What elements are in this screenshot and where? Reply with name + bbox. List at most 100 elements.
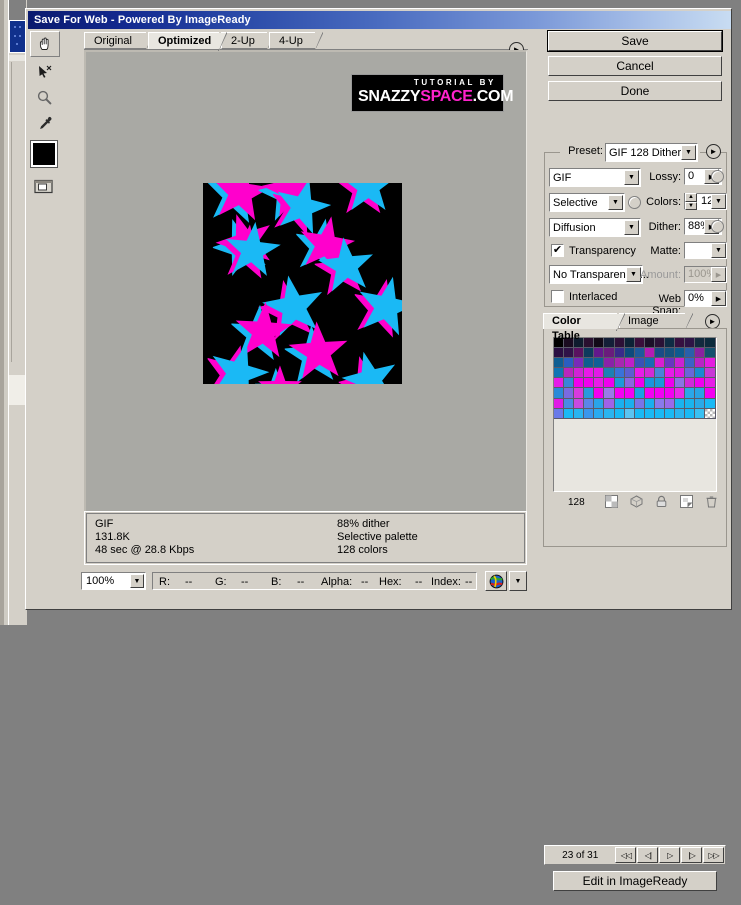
chevron-down-icon[interactable]: ▼	[130, 574, 144, 588]
chevron-down-icon[interactable]: ▼	[681, 145, 696, 160]
color-swatch[interactable]	[685, 398, 696, 409]
slice-select-tool-icon[interactable]	[30, 59, 58, 83]
web-snap-icon[interactable]	[629, 494, 644, 509]
color-table-options-menu-icon[interactable]: ►	[705, 314, 720, 329]
color-swatch[interactable]	[584, 398, 595, 409]
color-swatch[interactable]	[675, 388, 686, 399]
color-swatch[interactable]	[594, 408, 605, 419]
color-swatch[interactable]	[705, 388, 716, 399]
color-swatch[interactable]	[624, 408, 635, 419]
color-swatch[interactable]	[584, 348, 595, 359]
color-swatch[interactable]	[554, 388, 565, 399]
color-swatch[interactable]	[695, 378, 706, 389]
color-swatch[interactable]	[665, 408, 676, 419]
tab-image-size[interactable]: Image Size	[619, 313, 693, 342]
next-page-button[interactable]: |▷	[681, 847, 703, 863]
color-swatch[interactable]	[695, 408, 706, 419]
color-swatch[interactable]	[705, 398, 716, 409]
stepper-up-icon[interactable]: ▲	[685, 193, 697, 202]
color-swatch[interactable]	[614, 348, 625, 359]
color-swatch[interactable]	[685, 408, 696, 419]
color-swatch[interactable]	[574, 368, 585, 379]
color-swatch[interactable]	[685, 388, 696, 399]
color-swatch[interactable]	[624, 368, 635, 379]
color-swatch[interactable]	[665, 348, 676, 359]
color-swatch[interactable]	[654, 358, 666, 369]
color-swatch[interactable]	[644, 338, 655, 349]
color-swatch[interactable]	[644, 398, 655, 409]
zoom-level-combo[interactable]: 100% ▼	[81, 572, 146, 590]
color-swatch[interactable]	[675, 398, 686, 409]
chevron-down-icon[interactable]: ▼	[608, 195, 623, 210]
browser-preview-dropdown-icon[interactable]: ▼	[509, 571, 527, 591]
color-swatch[interactable]	[574, 378, 585, 389]
play-button[interactable]: ▷	[659, 847, 681, 863]
stepper-down-icon[interactable]: ▼	[685, 201, 697, 210]
color-swatch[interactable]	[564, 348, 575, 359]
last-page-button[interactable]: ▷▷	[703, 847, 724, 863]
color-swatch[interactable]	[634, 358, 645, 369]
color-swatch[interactable]	[574, 398, 585, 409]
previous-page-button[interactable]: ◁|	[637, 847, 659, 863]
color-swatch[interactable]	[685, 358, 696, 369]
websnap-slider-button[interactable]: ▶	[711, 291, 726, 306]
dither-algorithm-combo[interactable]: Diffusion ▼	[549, 218, 641, 237]
color-swatch[interactable]	[644, 358, 655, 369]
matte-dropdown-icon[interactable]: ▼	[711, 243, 726, 258]
hand-tool-icon[interactable]	[30, 31, 60, 57]
new-color-icon[interactable]	[679, 494, 694, 509]
color-swatch[interactable]	[564, 378, 575, 389]
color-swatch[interactable]	[705, 358, 716, 369]
color-swatch[interactable]	[695, 358, 706, 369]
cancel-button[interactable]: Cancel	[548, 56, 722, 76]
color-swatch[interactable]	[675, 348, 686, 359]
color-swatch[interactable]	[685, 378, 696, 389]
color-swatch[interactable]	[564, 408, 575, 419]
color-swatch[interactable]	[584, 388, 595, 399]
zoom-tool-icon[interactable]	[30, 85, 58, 109]
chevron-down-icon[interactable]: ▼	[624, 220, 639, 235]
color-swatch[interactable]	[574, 408, 585, 419]
color-swatch[interactable]	[614, 338, 625, 349]
color-swatch[interactable]	[634, 338, 645, 349]
color-swatch[interactable]	[614, 368, 625, 379]
color-swatch[interactable]	[624, 348, 635, 359]
tab-2up[interactable]: 2-Up	[221, 32, 275, 51]
color-swatch[interactable]	[624, 398, 635, 409]
color-swatch[interactable]	[574, 348, 585, 359]
color-swatch[interactable]	[685, 368, 696, 379]
toggle-slices-visibility-icon[interactable]	[30, 175, 56, 197]
color-swatch[interactable]	[665, 338, 676, 349]
color-swatch[interactable]	[584, 368, 595, 379]
color-swatch-grid[interactable]	[553, 337, 717, 492]
color-swatch[interactable]	[695, 338, 706, 349]
colors-stepper[interactable]: ▲ ▼	[685, 193, 697, 210]
color-swatch[interactable]	[634, 348, 645, 359]
color-swatch[interactable]	[695, 388, 706, 399]
color-swatch[interactable]	[634, 408, 645, 419]
color-swatch[interactable]	[594, 338, 605, 349]
color-swatch[interactable]	[564, 398, 575, 409]
lossy-channel-button[interactable]	[711, 170, 724, 183]
color-swatch[interactable]	[584, 408, 595, 419]
color-swatch[interactable]	[554, 368, 565, 379]
color-swatch[interactable]	[654, 368, 666, 379]
color-swatch[interactable]	[554, 348, 565, 359]
color-swatch[interactable]	[604, 388, 615, 399]
color-swatch[interactable]	[614, 378, 625, 389]
color-swatch[interactable]	[634, 388, 645, 399]
color-swatch[interactable]	[594, 388, 605, 399]
color-swatch[interactable]	[594, 378, 605, 389]
color-swatch[interactable]	[675, 368, 686, 379]
preset-combo[interactable]: GIF 128 Dithered ▼	[605, 143, 698, 162]
delete-color-icon[interactable]	[704, 494, 719, 509]
optimized-preview-canvas[interactable]: TUTORIAL BY SNAZZYSPACE.COM	[84, 50, 527, 565]
color-swatch[interactable]	[624, 358, 635, 369]
color-swatch[interactable]	[675, 358, 686, 369]
color-swatch[interactable]	[554, 398, 565, 409]
color-swatch[interactable]	[665, 358, 676, 369]
done-button[interactable]: Done	[548, 81, 722, 101]
color-swatch[interactable]	[614, 398, 625, 409]
color-swatch[interactable]	[624, 388, 635, 399]
color-swatch[interactable]	[654, 398, 666, 409]
